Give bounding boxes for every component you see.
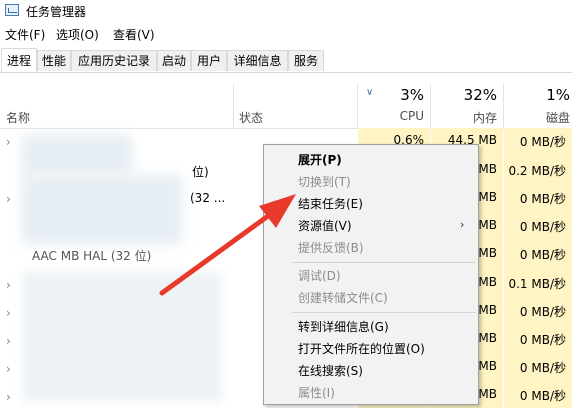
tab-services[interactable]: 服务 [288, 50, 324, 71]
context-menu: 展开(P) 切换到(T) 结束任务(E) 资源值(V) › 提供反馈(B) 调试(D) 创建转… [263, 144, 479, 405]
tab-bar: 进程 性能 应用历史记录 启动 用户 详细信息 服务 [0, 48, 572, 73]
expand-chevron-icon[interactable]: › [6, 390, 11, 404]
disk-cell: 0.2 MB/秒 [508, 164, 566, 178]
ctx-expand[interactable]: 展开(P) [298, 151, 342, 168]
disk-cell: 0.1 MB/秒 [508, 277, 566, 291]
redacted-process-name [22, 272, 222, 402]
ctx-create-dump: 创建转储文件(C) [298, 291, 388, 305]
expand-chevron-icon[interactable]: › [6, 278, 11, 292]
sort-chevron-icon: ∨ [366, 87, 374, 98]
mem-cell: MB [478, 303, 497, 317]
disk-cell: 0 MB/秒 [519, 192, 566, 206]
column-divider[interactable] [233, 84, 234, 128]
expand-chevron-icon[interactable]: › [6, 306, 11, 320]
mem-cell: MB [478, 359, 497, 373]
submenu-chevron-icon: › [460, 218, 465, 231]
menu-file[interactable]: 文件(F) [5, 26, 45, 43]
disk-cell: 0 MB/秒 [519, 389, 566, 403]
expand-chevron-icon[interactable]: › [6, 135, 11, 149]
ctx-go-to-details[interactable]: 转到详细信息(G) [298, 318, 389, 335]
process-name-partial: AAC MB HAL (32 位) [32, 249, 152, 263]
task-manager-icon [5, 4, 19, 16]
menu-separator [292, 312, 476, 313]
ctx-resource-values[interactable]: 资源值(V) [298, 217, 352, 234]
window-title: 任务管理器 [26, 5, 87, 19]
column-disk[interactable]: 磁盘 [546, 109, 570, 126]
menu-options[interactable]: 选项(O) [56, 26, 99, 43]
ctx-properties: 属性(I) [298, 386, 335, 400]
tab-users[interactable]: 用户 [191, 50, 227, 71]
redacted-process-name [22, 135, 132, 175]
menu-view[interactable]: 查看(V) [113, 26, 155, 43]
tab-app-history[interactable]: 应用历史记录 [71, 50, 157, 71]
disk-cell: 0 MB/秒 [519, 333, 566, 347]
mem-cell: MB [478, 218, 497, 232]
ctx-end-task[interactable]: 结束任务(E) [298, 195, 363, 212]
column-divider[interactable] [357, 84, 358, 128]
column-name[interactable]: 名称 [6, 109, 30, 126]
tab-performance[interactable]: 性能 [37, 50, 71, 71]
redacted-process-name [22, 175, 182, 245]
column-divider[interactable] [503, 84, 504, 128]
disk-cell: 0 MB/秒 [519, 220, 566, 234]
column-status[interactable]: 状态 [239, 109, 263, 126]
mem-cell: MB [478, 275, 497, 289]
tab-processes[interactable]: 进程 [1, 48, 37, 72]
mem-cell: MB [478, 162, 497, 176]
column-header: 名称 状态 ∨ 3% CPU 32% 内存 1% 磁盘 [0, 72, 572, 129]
title-bar: 任务管理器 [0, 0, 572, 22]
disk-cell: 0 MB/秒 [519, 361, 566, 375]
expand-chevron-icon[interactable]: › [6, 362, 11, 376]
ctx-debug: 调试(D) [298, 269, 341, 283]
cpu-percent: 3% [400, 86, 424, 104]
process-name-partial: (32 ... [190, 191, 226, 205]
disk-cell: 0 MB/秒 [519, 135, 566, 149]
column-cpu[interactable]: CPU [400, 109, 424, 123]
disk-cell: 0 MB/秒 [519, 305, 566, 319]
disk-cell: 0 MB/秒 [519, 248, 566, 262]
ctx-switch-to: 切换到(T) [298, 175, 351, 189]
column-memory[interactable]: 内存 [473, 109, 497, 126]
disk-column: 0 MB/秒 0.2 MB/秒 0 MB/秒 0 MB/秒 0 MB/秒 0.1 MB/秒… [504, 128, 572, 408]
menu-bar: 文件(F) 选项(O) 查看(V) [0, 24, 572, 44]
mem-cell: MB [478, 387, 497, 401]
process-name-partial: 位) [192, 165, 209, 179]
expand-chevron-icon[interactable]: › [6, 334, 11, 348]
disk-percent: 1% [546, 86, 570, 104]
mem-cell: MB [478, 190, 497, 204]
menu-separator [292, 262, 476, 263]
mem-cell: MB [478, 331, 497, 345]
ctx-search-online[interactable]: 在线搜索(S) [298, 362, 363, 379]
mem-cell: MB [478, 246, 497, 260]
tab-details[interactable]: 详细信息 [227, 50, 288, 71]
ctx-feedback: 提供反馈(B) [298, 241, 364, 255]
memory-percent: 32% [463, 86, 497, 104]
column-divider[interactable] [430, 84, 431, 128]
ctx-open-file-location[interactable]: 打开文件所在的位置(O) [298, 340, 425, 357]
expand-chevron-icon[interactable]: › [6, 192, 11, 206]
tab-startup[interactable]: 启动 [157, 50, 191, 71]
